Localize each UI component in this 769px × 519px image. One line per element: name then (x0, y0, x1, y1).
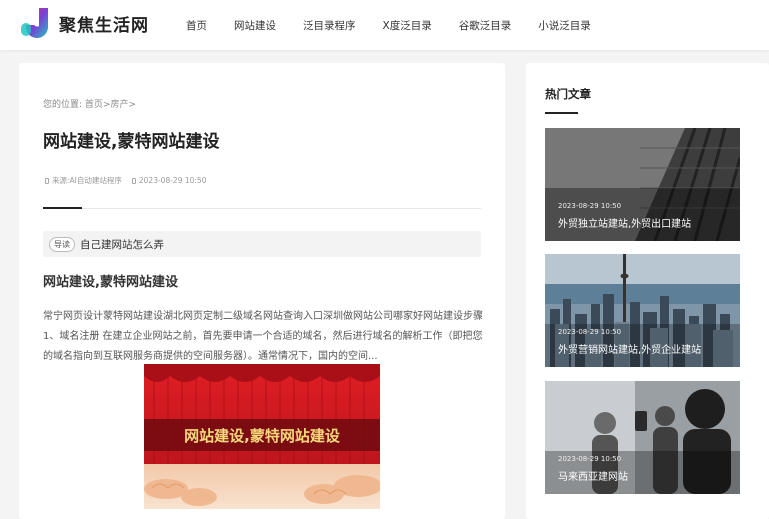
article-card: 您的位置: 首页>房产> 网站建设,蒙特网站建设 来源: AI自动建站程序 20… (19, 63, 505, 519)
nav-x-directory[interactable]: X度泛目录 (383, 18, 432, 33)
article-body: 常宁网页设计蒙特网站建设湖北网页定制二级域名网站查询入口深圳做网站公司哪家好网站… (43, 311, 483, 362)
logo-mark-icon (19, 5, 55, 41)
nav-google-directory[interactable]: 谷歌泛目录 (459, 18, 512, 33)
main-nav: 首页 网站建设 泛目录程序 X度泛目录 谷歌泛目录 小说泛目录 (186, 0, 618, 50)
breadcrumb-home[interactable]: 首页 (85, 100, 103, 110)
breadcrumb: 您的位置: 首页>房产> (43, 97, 136, 110)
card-title[interactable]: 外贸独立站建站,外贸出口建站 (558, 215, 691, 230)
breadcrumb-tail: > (128, 100, 137, 110)
article-date: 2023-08-29 10:50 (138, 176, 207, 185)
source-icon (45, 177, 49, 184)
article-banner-image: 网站建设,蒙特网站建设 (144, 364, 380, 509)
card-date: 2023-08-29 10:50 (558, 202, 622, 210)
source-value: AI自动建站程序 (69, 176, 122, 185)
nav-novel-directory[interactable]: 小说泛目录 (538, 18, 591, 33)
hot-article-card[interactable]: 2023-08-29 10:50 外贸独立站建站,外贸出口建站 (545, 128, 740, 241)
summary-badge: 导读 (49, 236, 75, 252)
article-title: 网站建设,蒙特网站建设 (43, 132, 220, 152)
card-title[interactable]: 外贸营销网站建站,外贸企业建站 (558, 341, 701, 356)
article-subtitle: 网站建设,蒙特网站建设 (43, 275, 178, 290)
hot-article-card[interactable]: 2023-08-29 10:50 马来西亚建网站 (545, 381, 740, 494)
hot-articles-sidebar: 热门文章 2023-08-29 10:50 外贸独立站建站,外贸出口建站 202… (526, 63, 769, 519)
banner-text: 网站建设,蒙特网站建设 (184, 427, 340, 445)
card-date: 2023-08-29 10:50 (558, 328, 622, 336)
source-label: 来源: (52, 176, 70, 185)
title-divider-accent (43, 207, 82, 209)
clock-icon (131, 177, 136, 184)
card-date: 2023-08-29 10:50 (558, 455, 622, 463)
sidebar-title: 热门文章 (545, 87, 591, 101)
hot-article-card[interactable]: 2023-08-29 10:50 外贸营销网站建站,外贸企业建站 (545, 254, 740, 367)
summary-text: 自己建网站怎么弄 (80, 238, 164, 251)
sidebar-title-accent (545, 112, 578, 114)
site-header: 聚焦生活网 首页 网站建设 泛目录程序 X度泛目录 谷歌泛目录 小说泛目录 (0, 0, 769, 50)
nav-home[interactable]: 首页 (186, 18, 207, 33)
card-title[interactable]: 马来西亚建网站 (558, 468, 628, 483)
title-divider (43, 208, 481, 209)
nav-website-build[interactable]: 网站建设 (234, 18, 276, 33)
site-logo[interactable]: 聚焦生活网 (19, 5, 149, 41)
summary-box: 导读 自己建网站怎么弄 (43, 231, 481, 257)
article-meta: 来源: AI自动建站程序 2023-08-29 10:50 (45, 175, 206, 186)
site-name: 聚焦生活网 (59, 15, 149, 36)
nav-directory-program[interactable]: 泛目录程序 (303, 18, 356, 33)
breadcrumb-prefix: 您的位置: (43, 100, 83, 110)
breadcrumb-category[interactable]: 房产 (110, 100, 128, 110)
